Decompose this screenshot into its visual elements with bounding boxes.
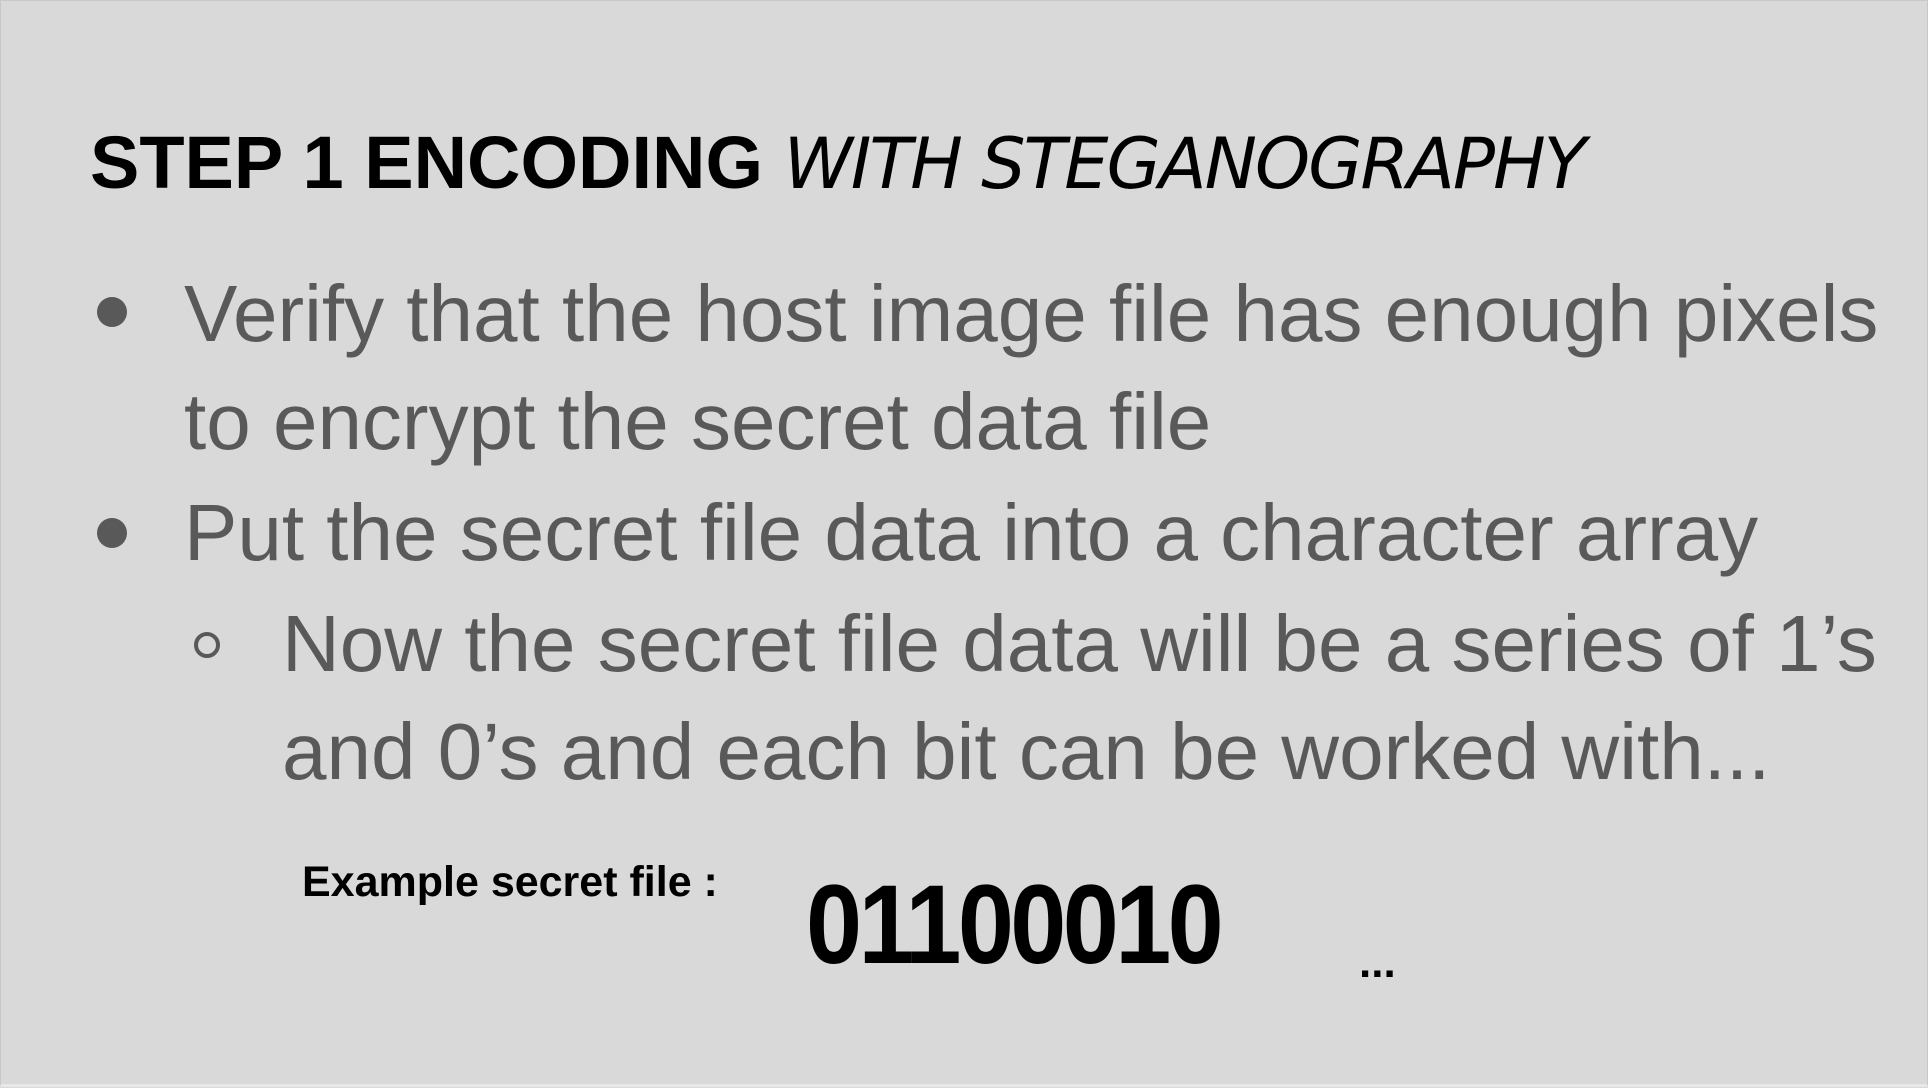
bullet-1-line-2: to encrypt the secret data file — [184, 377, 1212, 466]
bullet-2-line-1: Put the secret file data into a characte… — [184, 488, 1759, 577]
bullet-dot-icon — [97, 518, 127, 548]
example-ellipsis: ... — [1359, 938, 1396, 987]
slide-title: STEP 1 ENCODING WITH STEGANOGRAPHY — [90, 118, 1587, 209]
sub-bullet-line-1: Now the secret file data will be a serie… — [282, 599, 1877, 688]
bullet-dot-icon — [97, 297, 127, 327]
example-label: Example secret file : — [302, 858, 718, 906]
sub-bullet-line-2: and 0’s and each bit can be worked with.… — [282, 707, 1771, 796]
title-bold: STEP 1 ENCODING — [90, 121, 764, 204]
title-italic: WITH STEGANOGRAPHY — [783, 123, 1587, 205]
sub-bullet-ring-icon — [194, 632, 220, 658]
example-bits: 01100010 — [806, 862, 1224, 987]
bullet-1-line-1: Verify that the host image file has enou… — [184, 269, 1879, 358]
